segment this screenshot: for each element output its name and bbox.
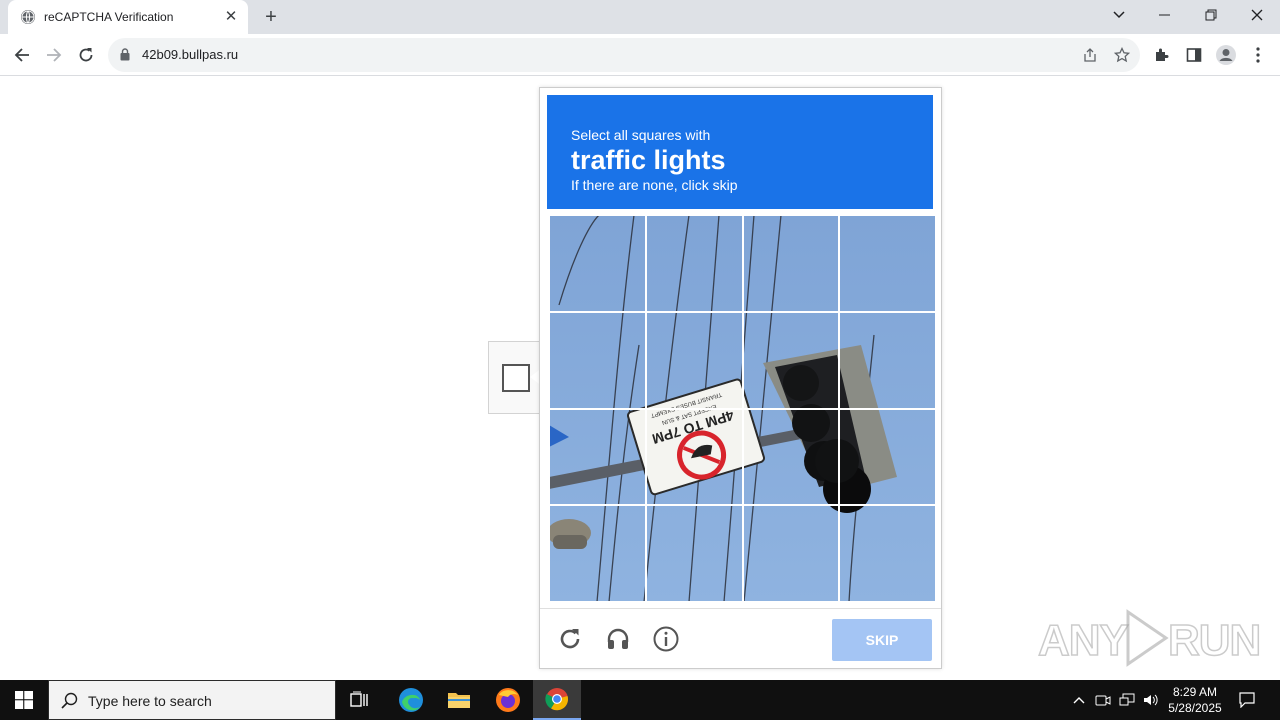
taskbar-search-box[interactable]: Type here to search [48, 680, 336, 720]
back-button[interactable] [9, 42, 35, 68]
captcha-tile[interactable] [742, 215, 840, 312]
tray-overflow-icon[interactable] [1070, 691, 1088, 709]
extensions-icon[interactable] [1149, 42, 1175, 68]
edge-icon [399, 688, 423, 712]
captcha-tile[interactable] [645, 311, 743, 409]
network-icon[interactable] [1118, 691, 1136, 709]
captcha-tile[interactable] [549, 408, 646, 506]
notifications-icon[interactable] [1238, 691, 1256, 709]
url-text[interactable]: 42b09.bullpas.ru [142, 47, 238, 62]
taskbar-edge[interactable] [387, 680, 435, 720]
screen: reCAPTCHA Verification ✕ + 42b09.bullpas… [0, 0, 1280, 720]
info-icon[interactable] [652, 625, 680, 653]
windows-logo-icon [15, 691, 33, 709]
firefox-icon [496, 688, 520, 712]
captcha-tile[interactable] [839, 505, 936, 602]
search-icon [61, 692, 78, 709]
captcha-tile[interactable] [549, 215, 646, 312]
close-window-button[interactable] [1234, 0, 1280, 30]
captcha-tile[interactable] [645, 408, 743, 506]
meet-now-icon[interactable] [1094, 691, 1112, 709]
start-button[interactable] [0, 680, 48, 720]
side-panel-icon[interactable] [1181, 42, 1207, 68]
captcha-challenge: Select all squares with traffic lights I… [539, 87, 942, 669]
browser-tab[interactable]: reCAPTCHA Verification ✕ [8, 0, 248, 34]
taskbar-clock[interactable]: 8:29 AM 5/28/2025 [1162, 684, 1228, 716]
profile-avatar-icon[interactable] [1213, 42, 1239, 68]
anyrun-watermark: ANY RUN [1037, 606, 1262, 670]
watermark-text-right: RUN [1167, 615, 1262, 666]
captcha-checkbox[interactable] [502, 364, 530, 392]
captcha-tile[interactable] [645, 505, 743, 602]
tab-close-icon[interactable]: ✕ [222, 7, 240, 25]
captcha-tile[interactable] [645, 215, 743, 312]
clock-date: 5/28/2025 [1168, 701, 1222, 715]
taskbar-chrome[interactable] [533, 680, 581, 720]
captcha-tile[interactable] [549, 311, 646, 409]
chrome-icon [545, 688, 569, 711]
reload-challenge-icon[interactable] [556, 625, 584, 653]
taskbar-file-explorer[interactable] [435, 680, 483, 720]
taskbar-firefox[interactable] [484, 680, 532, 720]
clock-time: 8:29 AM [1172, 685, 1218, 699]
forward-button[interactable] [41, 42, 67, 68]
restore-button[interactable] [1188, 0, 1234, 30]
captcha-tile[interactable] [742, 311, 840, 409]
prompt-sub: If there are none, click skip [571, 177, 738, 193]
captcha-footer: SKIP [540, 608, 941, 668]
task-view-icon [350, 691, 368, 707]
captcha-tile[interactable] [839, 311, 936, 409]
reload-button[interactable] [73, 42, 99, 68]
volume-icon[interactable] [1142, 691, 1160, 709]
tab-title: reCAPTCHA Verification [44, 10, 174, 24]
captcha-tile[interactable] [839, 215, 936, 312]
search-placeholder: Type here to search [88, 693, 212, 709]
browser-toolbar: 42b09.bullpas.ru [0, 34, 1280, 76]
tab-search-button[interactable] [1096, 0, 1142, 30]
globe-icon [21, 10, 35, 24]
captcha-tile[interactable] [839, 408, 936, 506]
tile-grid [549, 215, 936, 602]
share-icon[interactable] [1081, 46, 1099, 64]
captcha-tile[interactable] [742, 505, 840, 602]
audio-challenge-icon[interactable] [604, 625, 632, 653]
address-bar[interactable]: 42b09.bullpas.ru [108, 38, 1140, 72]
folder-icon [448, 693, 470, 708]
windows-taskbar: Type here to search 8:29 AM 5/28/2025 [0, 680, 1280, 720]
watermark-text-left: ANY [1037, 615, 1129, 666]
captcha-prompt: Select all squares with traffic lights I… [547, 95, 933, 209]
captcha-tile[interactable] [742, 408, 840, 506]
captcha-image-grid: TRANSIT BUSES EXEMPT EXCEPT SAT & SUN 4P… [549, 215, 936, 602]
minimize-button[interactable] [1142, 0, 1188, 30]
bookmark-star-icon[interactable] [1113, 46, 1131, 64]
play-logo-icon [1126, 609, 1169, 667]
prompt-target: traffic lights [571, 145, 726, 175]
tab-strip: reCAPTCHA Verification ✕ + [0, 0, 1280, 34]
skip-button[interactable]: SKIP [832, 619, 932, 661]
new-tab-button[interactable]: + [260, 6, 282, 28]
captcha-tile[interactable] [549, 505, 646, 602]
lock-icon[interactable] [120, 48, 130, 66]
browser-menu-icon[interactable] [1245, 42, 1271, 68]
prompt-intro: Select all squares with [571, 127, 711, 143]
task-view-button[interactable] [336, 680, 384, 720]
